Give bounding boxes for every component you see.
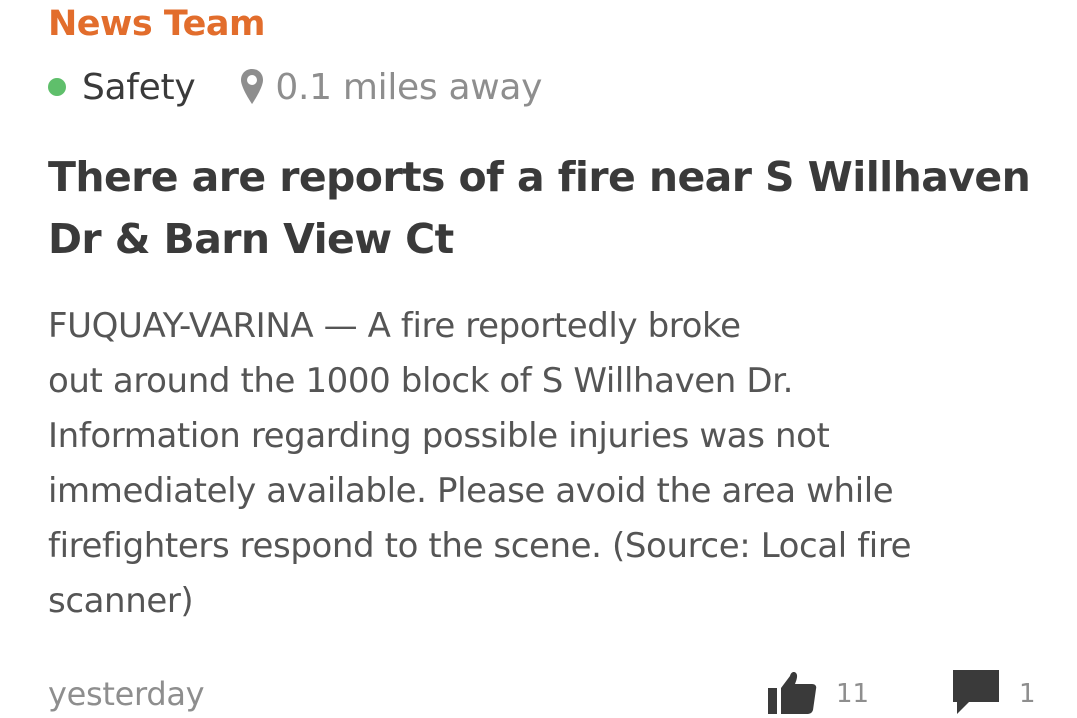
post-body-line: out around the 1000 block of S Willhaven… [48,361,794,401]
post-headline[interactable]: There are reports of a fire near S Willh… [48,146,1048,270]
map-pin-icon [239,67,265,107]
post-body-line: firefighters respond to the scene. (Sour… [48,526,912,566]
thank-button[interactable]: 11 [768,672,869,716]
reply-button[interactable]: 1 [953,670,1036,718]
post-body-line: immediately available. Please avoid the … [48,471,894,511]
post-body-line: FUQUAY-VARINA — A fire reportedly broke [48,306,741,346]
post-card[interactable]: News Team Safety 0.1 miles away There ar… [0,0,1077,717]
post-category[interactable]: Safety [82,67,196,108]
post-body: FUQUAY-VARINA — A fire reportedly broke … [48,299,1058,629]
reply-count: 1 [1019,679,1036,709]
thumbs-up-icon [768,670,818,718]
post-footer: yesterday 11 1 [48,670,1036,718]
thanks-count: 11 [836,679,870,709]
category-dot-icon [48,78,66,96]
post-body-line: Information regarding possible injuries … [48,416,830,456]
post-meta: Safety 0.1 miles away [48,62,542,112]
post-body-line: scanner) [48,581,194,621]
post-author[interactable]: News Team [48,2,265,46]
post-timestamp: yesterday [48,675,205,713]
speech-bubble-icon [953,670,999,718]
post-distance: 0.1 miles away [275,66,543,108]
